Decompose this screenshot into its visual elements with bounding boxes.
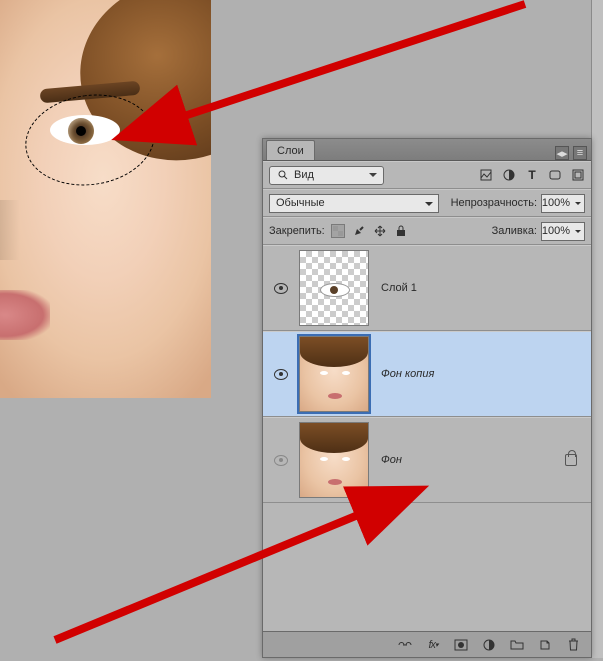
lips: [0, 290, 50, 340]
layer-name[interactable]: Фон копия: [375, 368, 585, 380]
fill-value: 100%: [542, 225, 570, 237]
layer-thumbnail[interactable]: [299, 336, 369, 412]
adjust-filter-icon[interactable]: [502, 168, 516, 182]
lock-row: Закрепить: Заливка: 100%: [263, 217, 591, 245]
lock-move-icon[interactable]: [373, 224, 387, 238]
visibility-toggle[interactable]: [274, 369, 288, 380]
layer-name[interactable]: Слой 1: [375, 282, 585, 294]
fill-label: Заливка:: [492, 225, 537, 237]
layers-list: Слой 1 Фон копия Фон: [263, 245, 591, 653]
thumb-face-content: [300, 337, 368, 411]
layers-panel: Слои ◂▸ ≡ Вид T Обычные Непрозрачность: …: [262, 138, 592, 658]
opacity-label: Непрозрачность:: [451, 197, 537, 209]
thumb-face-content: [300, 423, 368, 497]
search-icon: [276, 168, 290, 182]
filter-row: Вид T: [263, 161, 591, 189]
layers-tab-label: Слои: [277, 145, 304, 157]
layer-row[interactable]: Слой 1: [263, 245, 591, 331]
opacity-input[interactable]: 100%: [541, 194, 585, 213]
lock-label: Закрепить:: [269, 225, 325, 237]
thumb-eye-content: [320, 283, 350, 297]
trash-icon[interactable]: [565, 637, 581, 653]
visibility-toggle[interactable]: [274, 283, 288, 294]
panel-menu-icon[interactable]: ≡: [573, 146, 587, 160]
group-icon[interactable]: [509, 637, 525, 653]
scrollbar-area[interactable]: [591, 0, 603, 658]
blend-mode-value: Обычные: [276, 197, 325, 209]
shape-filter-icon[interactable]: [548, 168, 562, 182]
opacity-value: 100%: [542, 197, 570, 209]
search-placeholder: Вид: [294, 169, 314, 181]
layer-thumbnail[interactable]: [299, 250, 369, 326]
lock-all-icon[interactable]: [394, 224, 408, 238]
image-filter-icon[interactable]: [479, 168, 493, 182]
panel-tab-bar: Слои ◂▸ ≡: [263, 139, 591, 161]
layer-row[interactable]: Фон: [263, 417, 591, 503]
document-canvas[interactable]: [0, 0, 211, 398]
panel-footer: fx▾: [263, 631, 591, 657]
collapse-icon[interactable]: ◂▸: [555, 146, 569, 160]
layer-row[interactable]: Фон копия: [263, 331, 591, 417]
mask-icon[interactable]: [453, 637, 469, 653]
text-filter-icon[interactable]: T: [525, 168, 539, 182]
chevron-down-icon: [369, 173, 377, 181]
fill-input[interactable]: 100%: [541, 222, 585, 241]
lock-transparent-icon[interactable]: [331, 224, 345, 238]
visibility-toggle[interactable]: [274, 455, 288, 466]
lock-icon: [565, 454, 577, 466]
nose-shadow: [0, 200, 20, 260]
fx-icon[interactable]: fx▾: [425, 637, 441, 653]
new-layer-icon[interactable]: [537, 637, 553, 653]
layer-name[interactable]: Фон: [375, 454, 559, 466]
blend-row: Обычные Непрозрачность: 100%: [263, 189, 591, 217]
blend-mode-select[interactable]: Обычные: [269, 194, 439, 213]
lock-paint-icon[interactable]: [352, 224, 366, 238]
link-icon[interactable]: [397, 637, 413, 653]
layers-tab[interactable]: Слои: [266, 140, 315, 160]
adjustment-icon[interactable]: [481, 637, 497, 653]
canvas-content: [0, 0, 211, 398]
layer-thumbnail[interactable]: [299, 422, 369, 498]
layer-search[interactable]: Вид: [269, 166, 384, 185]
smart-filter-icon[interactable]: [571, 168, 585, 182]
